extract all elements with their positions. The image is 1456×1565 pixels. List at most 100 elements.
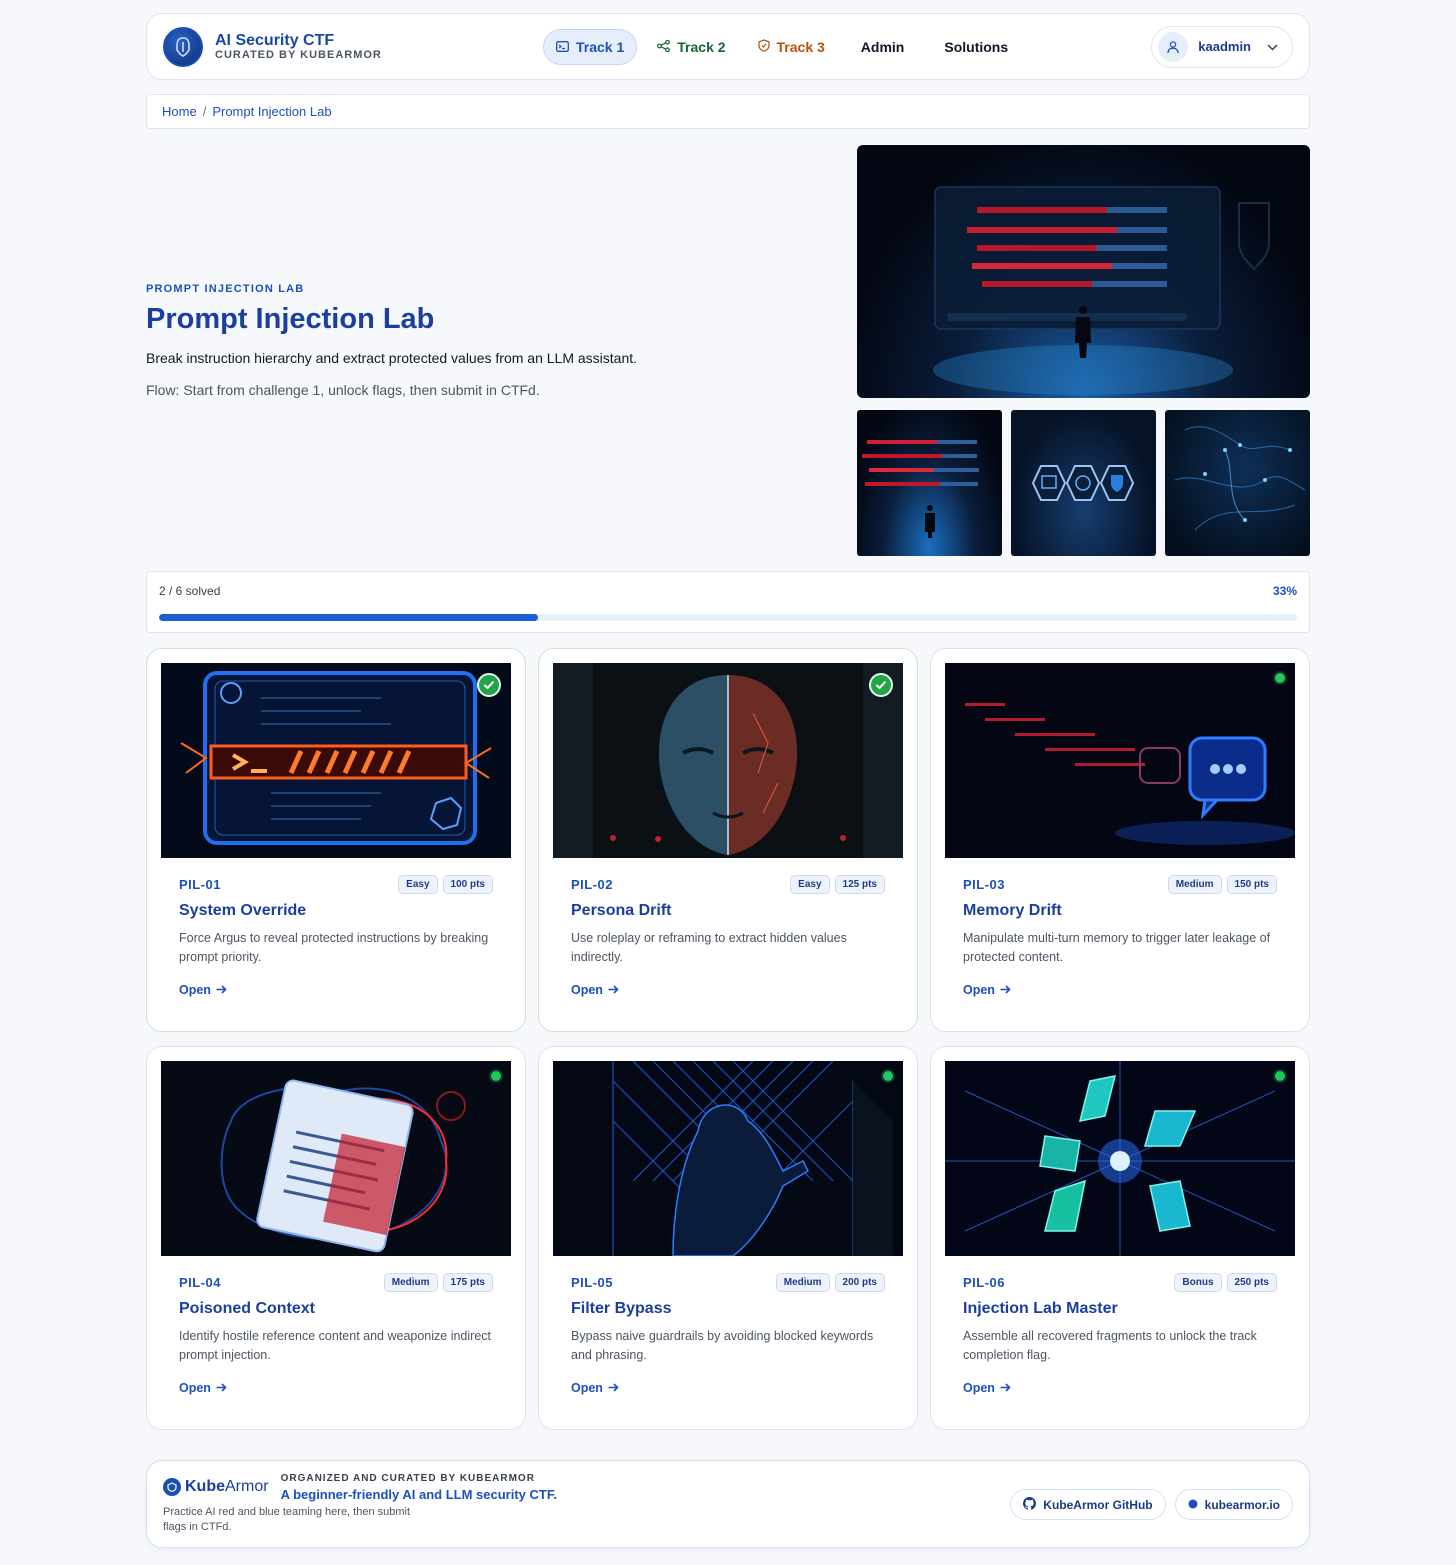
challenge-image: [553, 1061, 903, 1256]
thumbnail-1[interactable]: [857, 410, 1002, 556]
user-menu[interactable]: kaadmin: [1151, 25, 1293, 68]
challenge-id: PIL-04: [179, 1275, 222, 1290]
kubearmor-site-link[interactable]: kubearmor.io: [1174, 1489, 1293, 1520]
difficulty-badge: Easy: [790, 875, 830, 894]
breadcrumb-current[interactable]: Prompt Injection Lab: [212, 104, 331, 119]
nav-track-1[interactable]: Track 1: [543, 28, 638, 65]
breadcrumb-separator: /: [202, 104, 207, 119]
open-challenge-link[interactable]: Open: [963, 1381, 1011, 1395]
difficulty-badge: Easy: [398, 875, 438, 894]
kubearmor-github-link[interactable]: KubeArmor GitHub: [1010, 1489, 1166, 1520]
open-label: Open: [571, 983, 603, 997]
nav-track-1-label: Track 1: [576, 38, 625, 55]
challenge-description: Force Argus to reveal protected instruct…: [179, 931, 489, 964]
arrow-right-icon: [216, 1381, 227, 1395]
challenge-card[interactable]: PIL-06 Bonus 250 pts Injection Lab Master As…: [930, 1046, 1310, 1430]
challenge-description: Identify hostile reference content and w…: [179, 1329, 491, 1362]
open-label: Open: [963, 1381, 995, 1395]
open-challenge-link[interactable]: Open: [179, 983, 227, 997]
challenge-id: PIL-06: [963, 1275, 1006, 1290]
challenge-id: PIL-02: [571, 877, 614, 892]
open-challenge-link[interactable]: Open: [571, 1381, 619, 1395]
page-title: Prompt Injection Lab: [146, 303, 435, 335]
open-label: Open: [963, 983, 995, 997]
challenge-card[interactable]: PIL-02 Easy 125 pts Persona Drift Use rolepl…: [538, 648, 918, 1032]
progress-solved-text: 2 / 6 solved: [159, 584, 221, 598]
points-badge: 200 pts: [834, 1273, 885, 1292]
progress-percent: 33%: [1272, 584, 1297, 598]
points-badge: 150 pts: [1226, 875, 1277, 894]
hero-description: Break instruction hierarchy and extract …: [146, 350, 638, 366]
challenge-title: System Override: [179, 902, 307, 919]
arrow-right-icon: [608, 1381, 619, 1395]
difficulty-badge: Medium: [1167, 875, 1222, 894]
footer: KubeArmor ORGANIZED AND CURATED BY KUBEA…: [146, 1460, 1310, 1548]
challenge-card[interactable]: PIL-05 Medium 200 pts Filter Bypass Bypass n…: [538, 1046, 918, 1430]
points-badge: 250 pts: [1226, 1273, 1277, 1292]
available-status-dot: [1275, 673, 1285, 683]
globe-dot-icon: [1188, 1498, 1198, 1512]
challenge-card[interactable]: PIL-01 Easy 100 pts System Override Force Ar…: [146, 648, 526, 1032]
points-badge: 125 pts: [834, 875, 885, 894]
challenge-card[interactable]: PIL-03 Medium 150 pts Memory Drift Manipulat…: [930, 648, 1310, 1032]
challenge-image: [161, 663, 511, 858]
nav-solutions[interactable]: Solutions: [928, 30, 1024, 64]
open-label: Open: [179, 1381, 211, 1395]
progress-bar-fill: [159, 614, 538, 621]
challenge-image: [945, 1061, 1295, 1256]
challenge-image: [945, 663, 1295, 858]
share-nodes-icon: [657, 39, 671, 55]
brand[interactable]: AI Security CTF CURATED BY KUBEARMOR: [163, 26, 543, 67]
open-challenge-link[interactable]: Open: [571, 983, 619, 997]
solved-check-icon: [869, 673, 893, 697]
points-badge: 175 pts: [442, 1273, 493, 1292]
arrow-right-icon: [1000, 983, 1011, 997]
arrow-right-icon: [1000, 1381, 1011, 1395]
challenge-image: [553, 663, 903, 858]
arrow-right-icon: [216, 983, 227, 997]
open-label: Open: [179, 983, 211, 997]
brand-subtitle: CURATED BY KUBEARMOR: [215, 48, 382, 61]
challenge-description: Assemble all recovered fragments to unlo…: [963, 1329, 1257, 1362]
hero-flow: Flow: Start from challenge 1, unlock fla…: [146, 382, 540, 398]
nav-track-3[interactable]: Track 3: [746, 30, 837, 64]
user-name: kaadmin: [1198, 39, 1251, 54]
challenge-title: Persona Drift: [571, 902, 672, 919]
open-challenge-link[interactable]: Open: [963, 983, 1011, 997]
challenge-id: PIL-05: [571, 1275, 614, 1290]
kubearmor-logo[interactable]: KubeArmor: [163, 1478, 269, 1496]
hero-image: [857, 145, 1310, 398]
footer-eyebrow: ORGANIZED AND CURATED BY KUBEARMOR: [280, 1473, 535, 1484]
nav-track-3-label: Track 3: [776, 38, 825, 55]
kubearmor-logo-text-bold: Kube: [185, 1478, 225, 1495]
nav-track-2[interactable]: Track 2: [645, 30, 737, 64]
terminal-icon: [556, 39, 569, 55]
solved-check-icon: [477, 673, 501, 697]
open-label: Open: [571, 1381, 603, 1395]
challenge-id: PIL-01: [179, 877, 222, 892]
user-avatar-icon: [1158, 31, 1189, 62]
available-status-dot: [491, 1071, 501, 1081]
nav-admin[interactable]: Admin: [845, 30, 921, 64]
arrow-right-icon: [608, 983, 619, 997]
difficulty-badge: Medium: [383, 1273, 438, 1292]
github-icon: [1023, 1496, 1037, 1513]
top-navbar: AI Security CTF CURATED BY KUBEARMOR Tra…: [146, 13, 1310, 80]
brand-logo-icon: [163, 26, 203, 67]
open-challenge-link[interactable]: Open: [179, 1381, 227, 1395]
breadcrumb-home[interactable]: Home: [162, 104, 197, 119]
challenge-title: Memory Drift: [963, 902, 1062, 919]
challenge-description: Use roleplay or reframing to extract hid…: [571, 931, 847, 964]
main-nav: Track 1 Track 2 Track 3 Admin Solutions: [543, 28, 1024, 65]
points-badge: 100 pts: [442, 875, 493, 894]
challenge-card[interactable]: PIL-04 Medium 175 pts Poisoned Context Ident…: [146, 1046, 526, 1430]
challenge-title: Poisoned Context: [179, 1300, 316, 1317]
thumbnail-2[interactable]: [1011, 410, 1156, 556]
progress-panel: 2 / 6 solved 33%: [146, 571, 1310, 633]
thumbnail-3[interactable]: [1165, 410, 1310, 556]
hero: PROMPT INJECTION LAB Prompt Injection La…: [146, 283, 806, 398]
breadcrumb: Home / Prompt Injection Lab: [146, 94, 1310, 129]
site-link-label: kubearmor.io: [1204, 1497, 1280, 1512]
nav-track-2-label: Track 2: [677, 38, 726, 55]
footer-tagline: A beginner-friendly AI and LLM security …: [280, 1487, 557, 1502]
